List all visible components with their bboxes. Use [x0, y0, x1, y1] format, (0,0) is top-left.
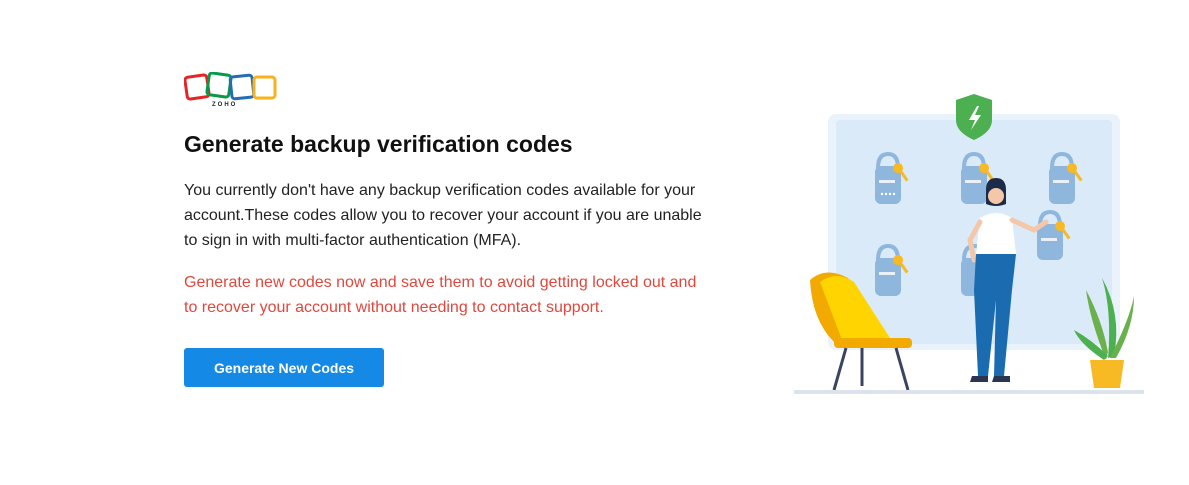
description-text: You currently don't have any backup veri… — [184, 182, 702, 249]
warning-text: Generate new codes now and save them to … — [184, 274, 697, 316]
page-title: Generate backup verification codes — [184, 131, 573, 157]
generate-new-codes-button[interactable]: Generate New Codes — [184, 348, 384, 387]
backup-codes-illustration — [794, 94, 1144, 394]
backup-codes-page: ZOHO Generate backup verification codes … — [0, 0, 1189, 485]
logo-text: ZOHO — [212, 102, 238, 108]
